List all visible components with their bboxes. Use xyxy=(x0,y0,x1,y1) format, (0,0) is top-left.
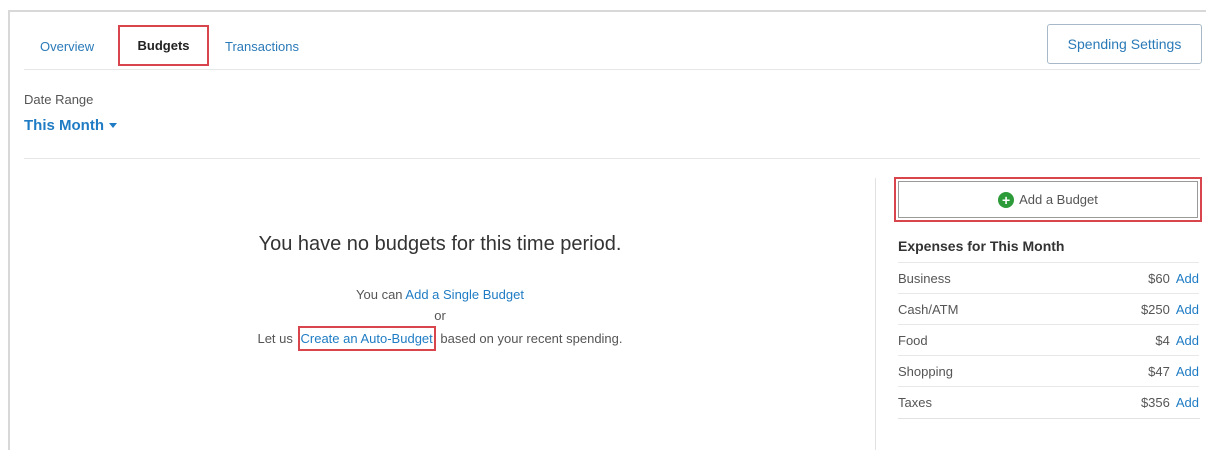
plus-circle-icon: + xyxy=(998,191,1015,208)
expenses-title: Expenses for This Month xyxy=(898,238,1065,254)
add-single-budget-link[interactable]: Add a Single Budget xyxy=(405,287,524,302)
header-divider xyxy=(24,158,1200,159)
empty-state-prefix-1: You can xyxy=(356,287,406,302)
empty-state-prefix-3: Let us xyxy=(257,331,297,346)
spending-settings-button[interactable]: Spending Settings xyxy=(1047,24,1202,64)
expense-add-link[interactable]: Add xyxy=(1176,333,1199,348)
expense-row: Shopping $47 Add xyxy=(898,355,1199,387)
expense-row: Cash/ATM $250 Add xyxy=(898,293,1199,325)
expense-amount: $250 xyxy=(1140,302,1170,317)
caret-down-icon xyxy=(108,123,117,128)
tabs-divider xyxy=(24,69,1200,70)
add-budget-button[interactable]: + Add a Budget xyxy=(898,181,1198,218)
expense-category: Taxes xyxy=(898,395,932,410)
expense-add-link[interactable]: Add xyxy=(1176,302,1199,317)
tab-overview[interactable]: Overview xyxy=(40,39,94,55)
panel-divider xyxy=(875,178,876,450)
expenses-bottom-rule xyxy=(898,418,1200,419)
expense-row: Business $60 Add xyxy=(898,262,1199,294)
expense-category: Shopping xyxy=(898,364,953,379)
date-range-dropdown[interactable]: This Month xyxy=(24,117,117,134)
empty-state-title: You have no budgets for this time period… xyxy=(258,233,622,255)
date-range-value: This Month xyxy=(24,117,104,134)
expense-amount: $356 xyxy=(1140,395,1170,410)
date-range-label: Date Range xyxy=(24,92,94,107)
empty-state-or: or xyxy=(434,308,446,323)
expense-amount: $4 xyxy=(1155,333,1170,348)
empty-state-line-3: Let us Create an Auto-Budget based on yo… xyxy=(150,326,730,351)
expense-add-link[interactable]: Add xyxy=(1176,271,1199,286)
expense-row: Food $4 Add xyxy=(898,324,1199,356)
expense-add-link[interactable]: Add xyxy=(1176,364,1199,379)
empty-state-suffix-3: based on your recent spending. xyxy=(436,331,623,346)
expense-amount: $47 xyxy=(1148,364,1170,379)
expense-amount: $60 xyxy=(1148,271,1170,286)
empty-state-line-1: You can Add a Single Budget xyxy=(150,287,730,302)
expense-row: Taxes $356 Add xyxy=(898,386,1199,418)
tab-budgets[interactable]: Budgets xyxy=(118,25,209,66)
add-budget-label: Add a Budget xyxy=(1019,192,1098,207)
expense-add-link[interactable]: Add xyxy=(1176,395,1199,410)
expense-category: Cash/ATM xyxy=(898,302,959,317)
tab-transactions[interactable]: Transactions xyxy=(225,39,299,55)
expense-category: Food xyxy=(898,333,928,348)
expense-category: Business xyxy=(898,271,951,286)
create-auto-budget-link[interactable]: Create an Auto-Budget xyxy=(297,326,436,351)
